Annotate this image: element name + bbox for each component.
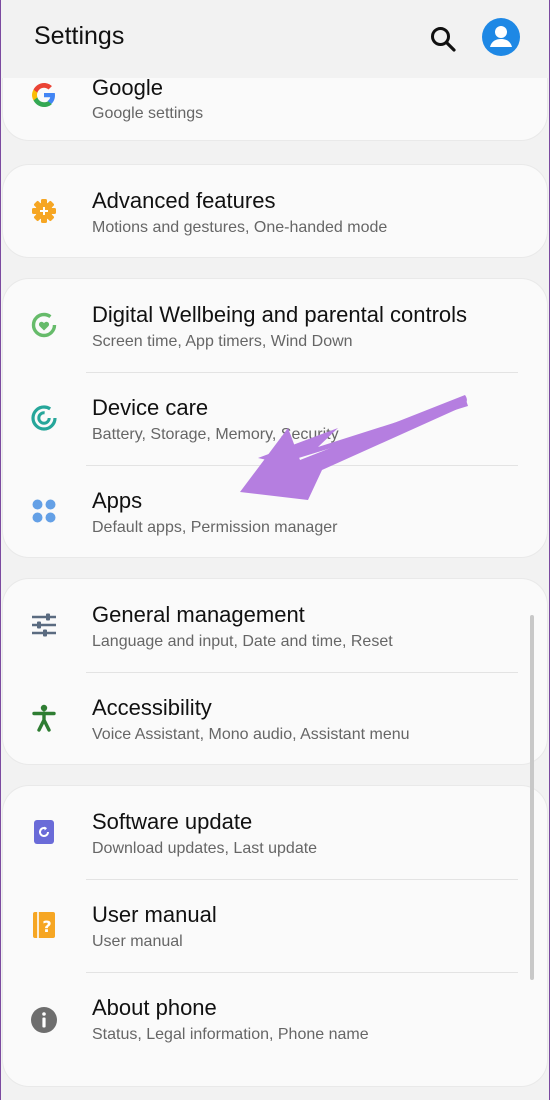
svg-text:?: ? [42, 917, 51, 936]
settings-item-label: About phone [92, 995, 217, 1020]
info-icon [31, 1007, 57, 1033]
settings-group-general: General management Language and input, D… [3, 579, 547, 764]
settings-item-user-manual[interactable]: ? User manual User manual [3, 879, 547, 972]
google-icon [32, 83, 55, 107]
settings-item-apps[interactable]: Apps Default apps, Permission manager [3, 465, 547, 558]
gear-plus-icon [32, 199, 56, 223]
account-icon [490, 26, 512, 47]
settings-item-label: Digital Wellbeing and parental controls [92, 302, 468, 327]
settings-item-summary: Download updates, Last update [92, 840, 318, 857]
settings-item-digital-wellbeing[interactable]: Digital Wellbeing and parental controls … [3, 279, 547, 372]
settings-item-software-update[interactable]: Software update Download updates, Last u… [3, 786, 547, 879]
settings-item-summary: Google settings [92, 105, 204, 122]
account-avatar[interactable] [482, 18, 520, 56]
settings-item-summary: Status, Legal information, Phone name [92, 1026, 369, 1043]
settings-item-summary: Motions and gestures, One-handed mode [92, 219, 388, 236]
settings-item-summary: Screen time, App timers, Wind Down [92, 333, 353, 350]
settings-item-label: Advanced features [92, 188, 276, 213]
settings-group-advanced: Advanced features Motions and gestures, … [3, 165, 547, 257]
sliders-icon [32, 613, 56, 637]
settings-item-label: Software update [92, 809, 253, 834]
settings-item-label: Google [92, 75, 163, 100]
apps-icon [32, 499, 56, 523]
settings-item-label: Device care [92, 395, 209, 420]
scrollbar[interactable] [530, 615, 534, 980]
settings-item-summary: Default apps, Permission manager [92, 519, 338, 536]
settings-item-accessibility[interactable]: Accessibility Voice Assistant, Mono audi… [3, 672, 547, 765]
settings-item-device-care[interactable]: Device care Battery, Storage, Memory, Se… [3, 372, 547, 465]
settings-group-device: Digital Wellbeing and parental controls … [3, 279, 547, 557]
search-icon[interactable] [428, 24, 458, 54]
settings-group-support: Software update Download updates, Last u… [3, 786, 547, 1086]
page-title: Settings [34, 22, 125, 50]
user-manual-icon: ? [33, 912, 55, 938]
settings-item-about-phone[interactable]: About phone Status, Legal information, P… [3, 972, 547, 1065]
settings-item-summary: Voice Assistant, Mono audio, Assistant m… [92, 726, 410, 743]
settings-item-summary: Language and input, Date and time, Reset [92, 633, 393, 650]
device-care-icon [31, 405, 57, 431]
settings-item-general-management[interactable]: General management Language and input, D… [3, 579, 547, 672]
frame-border-left [0, 0, 1, 1100]
settings-item-label: Apps [92, 488, 143, 513]
settings-item-summary: Battery, Storage, Memory, Security [92, 426, 339, 443]
wellbeing-icon [31, 312, 57, 338]
settings-item-label: Accessibility [92, 695, 212, 720]
software-update-icon [34, 820, 54, 844]
app-bar: Settings [0, 0, 550, 78]
settings-item-label: General management [92, 602, 305, 627]
settings-item-summary: User manual [92, 933, 183, 950]
settings-item-label: User manual [92, 902, 217, 927]
settings-item-advanced-features[interactable]: Advanced features Motions and gestures, … [3, 165, 547, 258]
accessibility-icon [32, 704, 56, 732]
